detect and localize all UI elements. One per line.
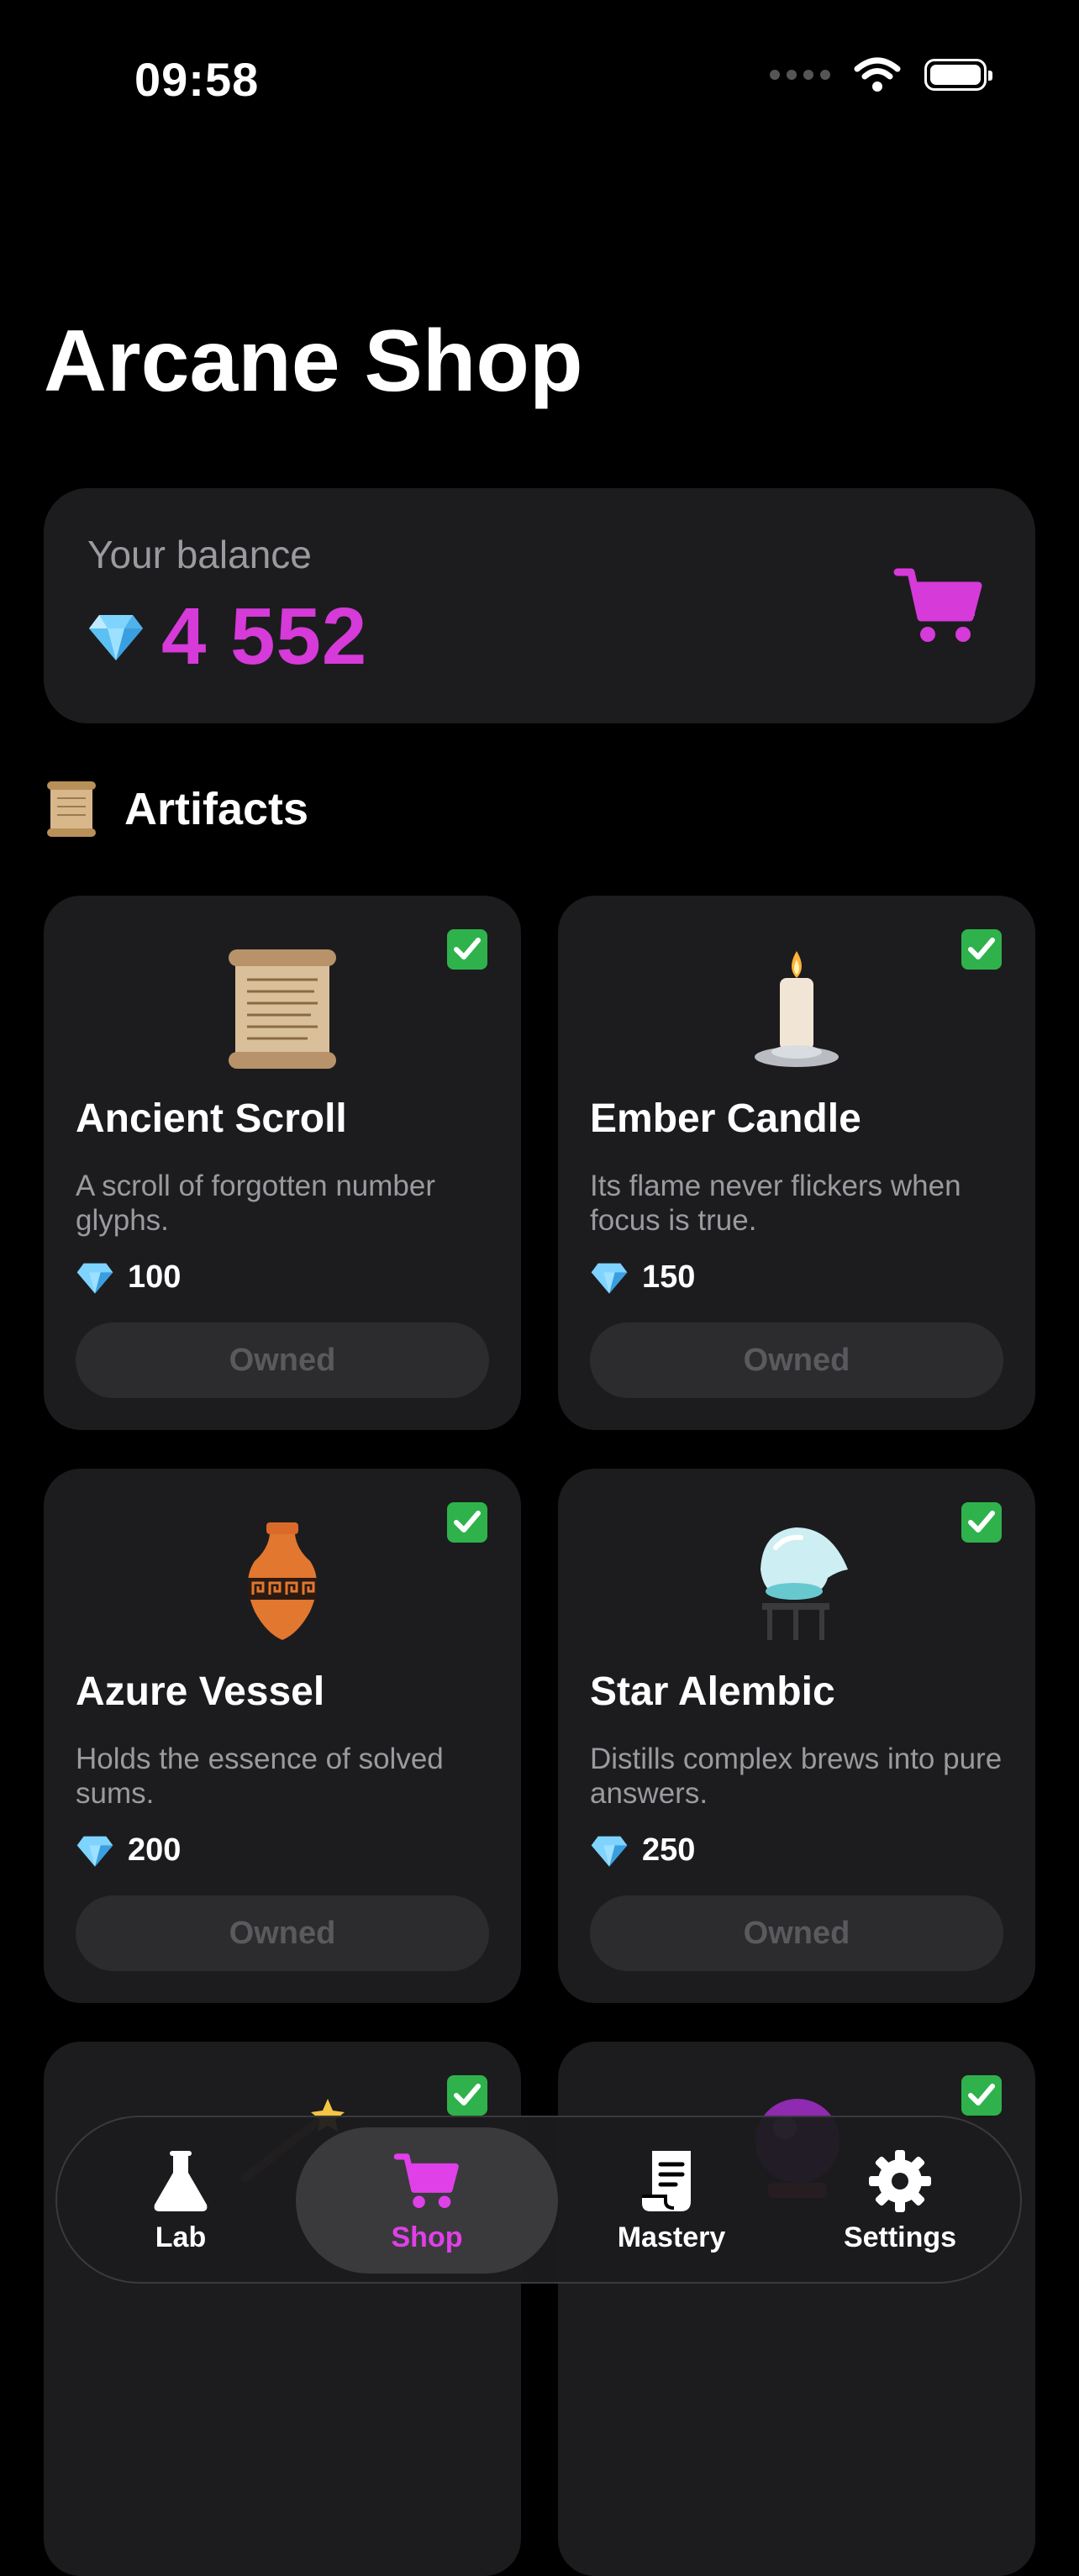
- alembic-icon: [761, 1527, 848, 1640]
- item-art: [558, 1519, 1035, 1645]
- gem-icon: [89, 615, 143, 660]
- balance-row: 4 552: [87, 591, 367, 683]
- item-art: [44, 1519, 521, 1645]
- cart-icon[interactable]: [892, 564, 985, 648]
- item-description: Holds the essence of solved sums.: [76, 1743, 444, 1810]
- cart-icon: [393, 2148, 461, 2215]
- item-art: [44, 946, 521, 1072]
- flask-icon: [147, 2148, 214, 2215]
- item-card[interactable]: Star Alembic Distills complex brews into…: [558, 1469, 1035, 2003]
- item-description: Its flame never flickers when focus is t…: [590, 1170, 961, 1237]
- tab-bar: Lab Shop Mastery Settings: [55, 2116, 1022, 2284]
- item-price: 250: [590, 1832, 695, 1869]
- gear-icon: [866, 2148, 934, 2215]
- item-name: Azure Vessel: [76, 1669, 325, 1714]
- scroll-icon: [229, 949, 336, 1069]
- item-art: [558, 946, 1035, 1072]
- tab-label: Shop: [391, 2221, 463, 2253]
- balance-value: 4 552: [161, 591, 368, 681]
- status-icons: [770, 57, 992, 92]
- owned-button[interactable]: Owned: [76, 1322, 489, 1398]
- gem-icon: [76, 1263, 113, 1294]
- item-name: Ember Candle: [590, 1096, 861, 1141]
- gem-icon: [591, 1836, 628, 1867]
- item-price: 200: [76, 1832, 181, 1869]
- item-price-value: 200: [128, 1832, 182, 1868]
- item-description: Distills complex brews into pure answers…: [590, 1743, 1003, 1810]
- tab-label: Mastery: [617, 2221, 726, 2253]
- tab-shop[interactable]: Shop: [296, 2127, 558, 2274]
- owned-check-icon: [447, 2075, 487, 2116]
- item-price: 150: [590, 1259, 695, 1296]
- tab-settings[interactable]: Settings: [795, 2127, 1005, 2274]
- tab-lab[interactable]: Lab: [76, 2127, 286, 2274]
- owned-check-icon: [961, 2075, 1002, 2116]
- item-card[interactable]: Azure Vessel Holds the essence of solved…: [44, 1469, 521, 2003]
- cellular-signal-icon: [770, 70, 830, 80]
- item-description: A scroll of forgotten number glyphs.: [76, 1170, 435, 1237]
- amphora-icon: [248, 1522, 317, 1640]
- gem-icon: [76, 1836, 113, 1867]
- balance-label: Your balance: [87, 533, 312, 576]
- item-card[interactable]: Ember Candle Its flame never flickers wh…: [558, 896, 1035, 1430]
- status-time: 09:58: [134, 53, 260, 106]
- status-bar: 09:58: [0, 0, 1079, 160]
- owned-button[interactable]: Owned: [76, 1895, 489, 1971]
- section-title: Artifacts: [124, 784, 309, 834]
- tab-label: Lab: [155, 2221, 207, 2253]
- owned-button[interactable]: Owned: [590, 1322, 1003, 1398]
- owned-button[interactable]: Owned: [590, 1895, 1003, 1971]
- tab-mastery[interactable]: Mastery: [566, 2127, 776, 2274]
- balance-card: Your balance 4 552: [44, 488, 1035, 723]
- candle-icon: [755, 951, 839, 1067]
- section-header: Artifacts: [44, 780, 308, 839]
- item-price-value: 250: [642, 1832, 696, 1868]
- item-name: Ancient Scroll: [76, 1096, 347, 1141]
- item-price-value: 100: [128, 1259, 182, 1295]
- wifi-icon: [854, 57, 901, 92]
- tab-label: Settings: [843, 2221, 957, 2253]
- document-icon: [638, 2148, 705, 2215]
- scroll-icon: [47, 781, 96, 837]
- item-card[interactable]: Ancient Scroll A scroll of forgotten num…: [44, 896, 521, 1430]
- item-price: 100: [76, 1259, 181, 1296]
- page-title: Arcane Shop: [44, 313, 583, 410]
- item-name: Star Alembic: [590, 1669, 835, 1714]
- battery-icon: [924, 59, 992, 91]
- gem-icon: [591, 1263, 628, 1294]
- item-price-value: 150: [642, 1259, 696, 1295]
